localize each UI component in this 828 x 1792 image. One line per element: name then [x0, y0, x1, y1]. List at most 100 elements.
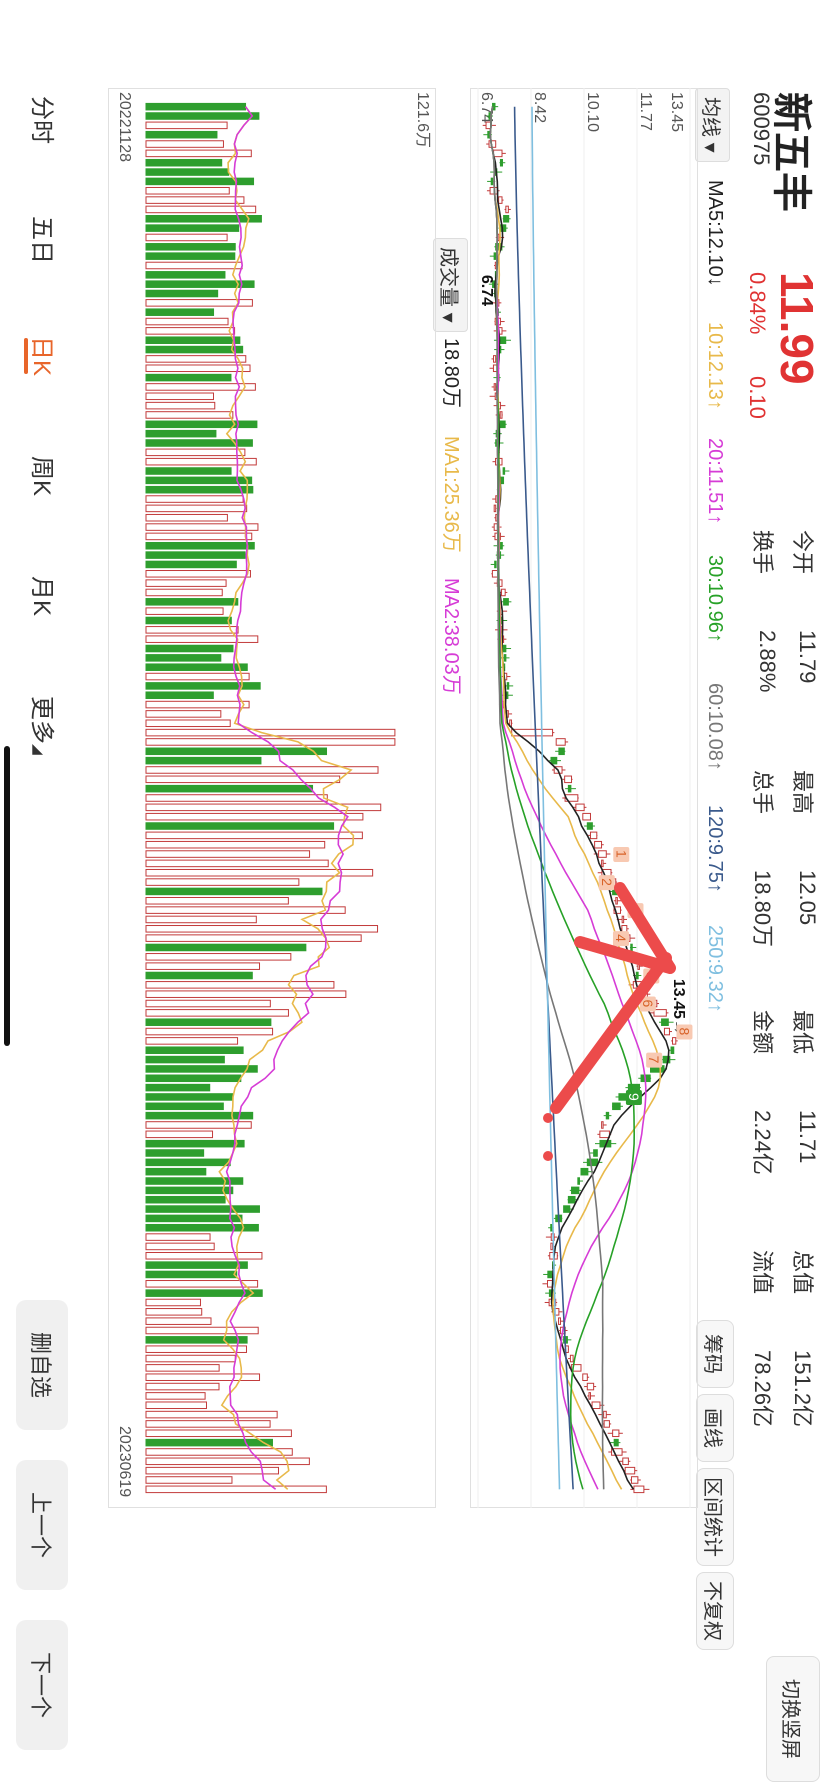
candle-body — [624, 1466, 636, 1475]
candle-body — [661, 1018, 669, 1026]
switch-portrait-button[interactable]: 切换竖屏 — [766, 1656, 820, 1782]
candle-body — [550, 1242, 554, 1251]
volume-bar — [145, 411, 234, 419]
volume-bar — [145, 513, 228, 522]
volume-bar — [145, 654, 222, 662]
landscape-stage: 新五丰 600975 11.99 0.84% 0.10 今开 11.79 最高 … — [0, 0, 828, 1792]
volume-bar — [145, 616, 232, 625]
tab-more-label: 更多 — [28, 696, 55, 744]
candle-body — [493, 504, 497, 513]
volume-ma2: MA2:38.03万 — [440, 578, 462, 695]
volume-bar — [145, 1242, 215, 1251]
ma-item: 60:10.08↑ — [704, 683, 726, 771]
ma-item: MA5:12.10↓ — [704, 180, 726, 287]
volume-bar — [145, 1326, 259, 1335]
volume-bar — [145, 392, 214, 401]
volume-bar — [145, 1018, 272, 1026]
no-adjust-button[interactable]: 不复权 — [696, 1572, 734, 1650]
stat-value: 11.79 — [795, 630, 820, 684]
volume-bar — [145, 971, 253, 980]
volume-bar — [145, 308, 215, 316]
price-chart[interactable]: 13.4511.7710.108.426.7413.45→6.741234568… — [470, 88, 698, 1508]
stat-value: 2.24亿 — [750, 1110, 775, 1175]
tab-intraday[interactable]: 分时 — [27, 96, 62, 144]
stock-name: 新五丰 — [769, 92, 813, 212]
candle-body — [588, 1392, 591, 1400]
candle-body — [494, 560, 497, 569]
volume-bar — [145, 1261, 248, 1269]
volume-bar — [145, 812, 364, 821]
volume-bar — [145, 1009, 289, 1017]
volume-bar — [145, 1158, 231, 1167]
volume-bar — [145, 570, 251, 578]
volume-chart[interactable]: 121.6万 20221128 20230619 — [108, 88, 436, 1508]
candle-body — [502, 467, 506, 475]
volume-bar — [145, 1093, 234, 1101]
candle-body — [493, 355, 497, 363]
tab-five-day[interactable]: 五日 — [27, 216, 62, 264]
tab-daily-k[interactable]: 日K — [27, 336, 62, 376]
previous-button[interactable]: 上一个 — [16, 1460, 68, 1590]
tab-weekly-k[interactable]: 周K — [27, 456, 62, 496]
volume-bar — [145, 803, 382, 812]
volume-bar — [145, 840, 326, 849]
volume-selector[interactable]: 成交量 ▾ — [433, 238, 468, 332]
volume-bar — [145, 719, 231, 728]
volume-bar — [145, 1317, 212, 1325]
wave-number: 8 — [676, 1028, 692, 1036]
candle-body — [612, 1429, 620, 1438]
ma-selector[interactable]: 均线 ▾ — [695, 88, 730, 162]
candle-body — [613, 1438, 619, 1447]
volume-bar — [145, 626, 239, 634]
caret-icon: ◢ — [31, 744, 47, 755]
chevron-down-icon: ▾ — [699, 142, 721, 153]
candle-body — [503, 215, 510, 223]
candle-body — [571, 1186, 580, 1195]
start-date-label: 20221128 — [116, 92, 133, 162]
volume-bar — [145, 1252, 263, 1260]
volume-bar — [145, 1195, 226, 1204]
volume-bar — [145, 467, 232, 475]
price-axis-label: 10.10 — [584, 92, 601, 132]
volume-bar — [145, 168, 230, 176]
volume-bar — [145, 925, 379, 933]
volume-bar — [145, 429, 217, 438]
draw-line-button[interactable]: 画线 — [696, 1394, 734, 1462]
price-axis-label: 8.42 — [531, 92, 548, 123]
range-stats-button[interactable]: 区间统计 — [696, 1468, 734, 1566]
volume-bar — [145, 850, 311, 858]
volume-bar — [145, 1420, 271, 1428]
volume-bar — [145, 953, 292, 961]
volume-bar — [145, 1083, 211, 1092]
price-axis-label: 11.77 — [637, 92, 654, 131]
volume-bar — [145, 784, 314, 793]
stock-code: 600975 — [749, 92, 774, 166]
change-value: 0.10 — [745, 376, 770, 419]
volume-bar — [145, 710, 222, 718]
remove-watchlist-button[interactable]: 删自选 — [16, 1300, 68, 1430]
volume-bar — [145, 1364, 220, 1372]
candle-body — [580, 1167, 589, 1176]
tab-more[interactable]: 更多◢ — [27, 696, 62, 755]
candle-body — [635, 971, 639, 980]
volume-bar — [145, 560, 237, 569]
wave-number: 4 — [613, 934, 629, 942]
stat-label: 总手 — [750, 770, 775, 815]
candle-body — [598, 850, 607, 858]
next-button[interactable]: 下一个 — [16, 1620, 68, 1750]
volume-bar — [145, 887, 323, 896]
stat-label: 最高 — [790, 770, 815, 815]
chip-button[interactable]: 筹码 — [696, 1320, 734, 1388]
stat-value: 12.05 — [795, 870, 820, 926]
active-tab-indicator — [24, 338, 28, 374]
candle-body — [493, 383, 497, 391]
volume-bar — [145, 579, 227, 587]
volume-max-label: 121.6万 — [414, 92, 431, 148]
candle-body — [503, 654, 507, 662]
stat-value: 78.26亿 — [750, 1350, 775, 1428]
wave-number: 6 — [640, 1000, 656, 1008]
candle-body — [627, 1083, 641, 1092]
tab-monthly-k[interactable]: 月K — [27, 576, 62, 616]
candle-body — [605, 1111, 610, 1120]
candle-body — [499, 411, 503, 419]
